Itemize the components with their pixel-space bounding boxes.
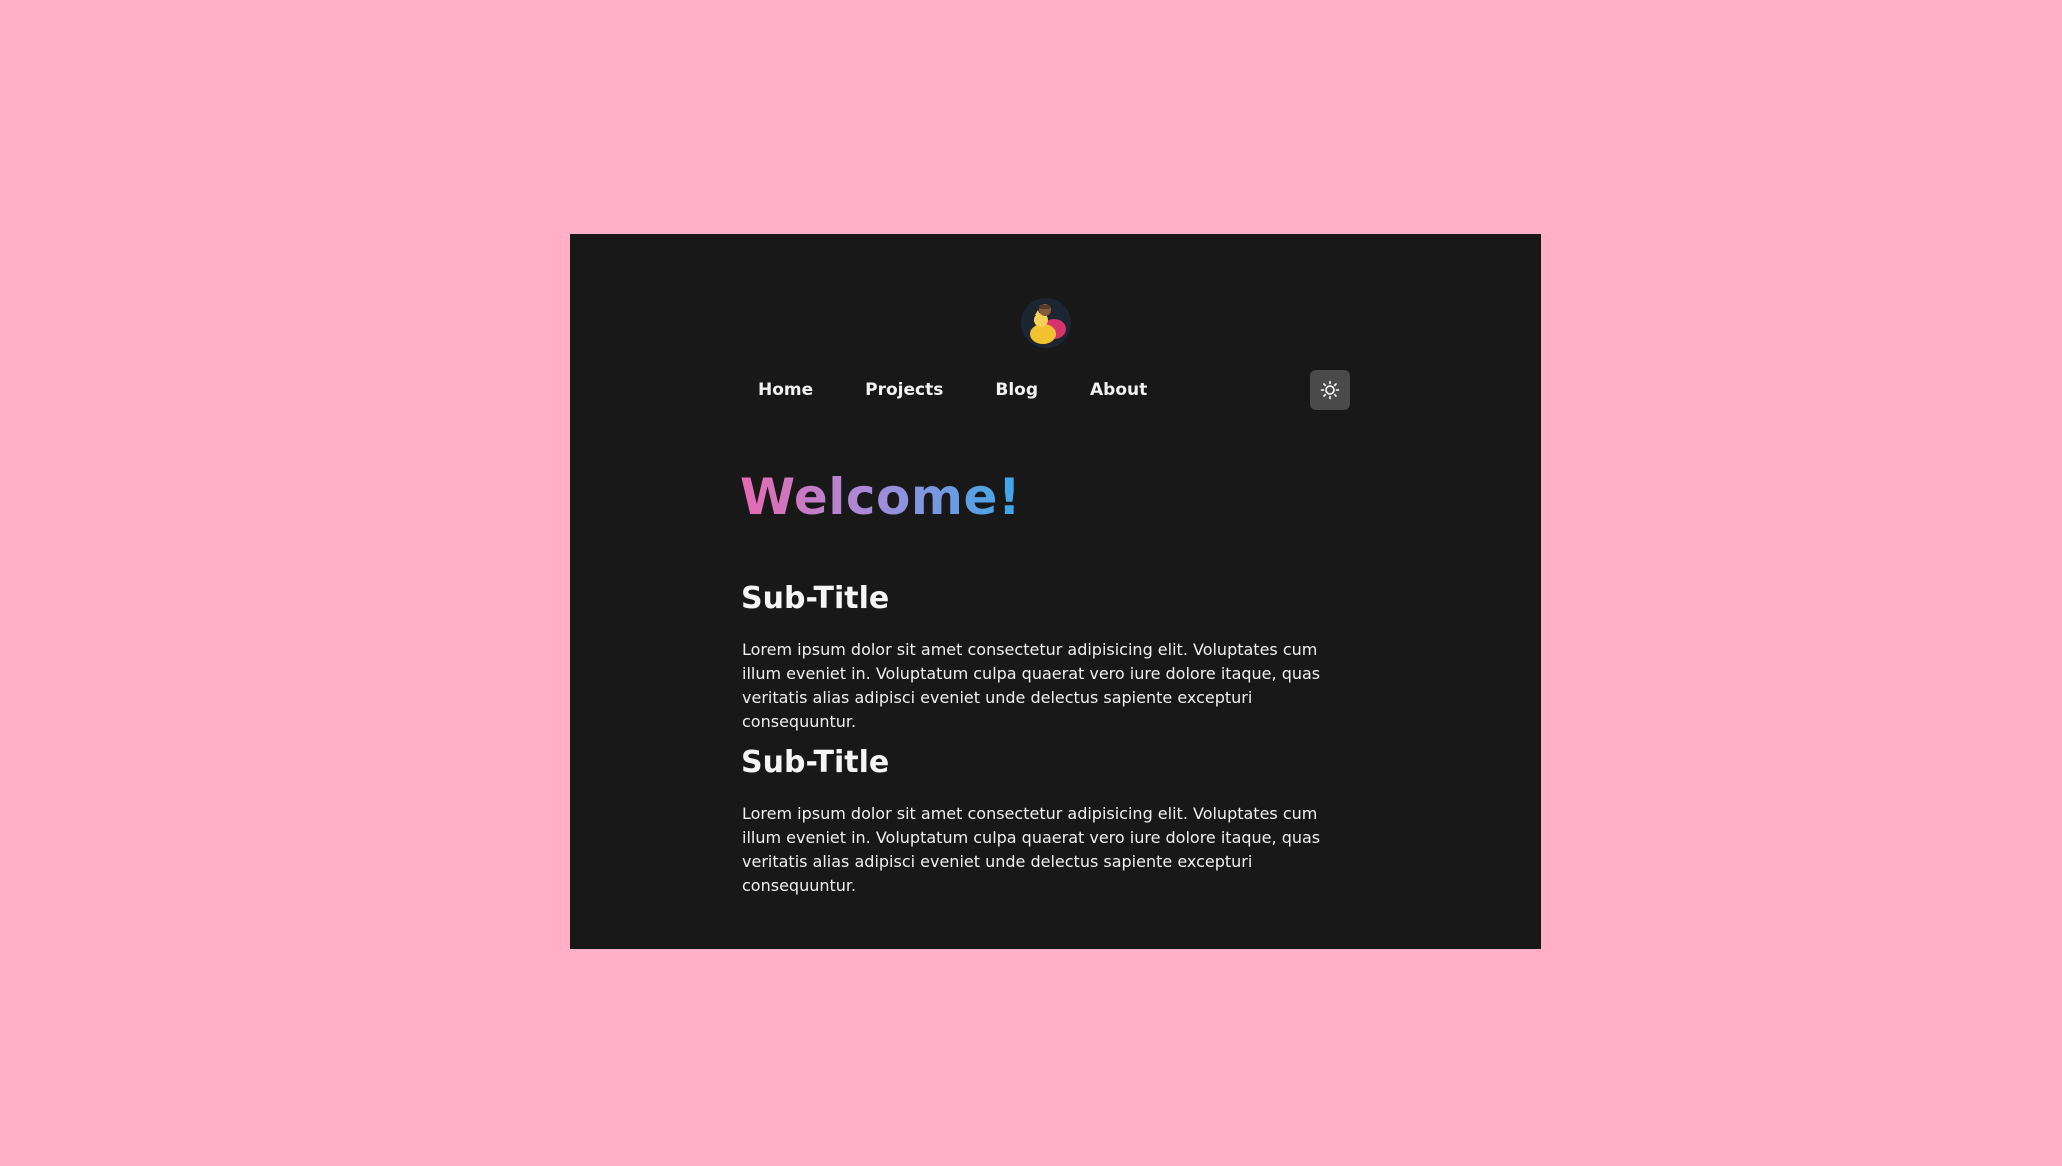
theme-toggle-button[interactable] [1310, 370, 1350, 410]
nav-link-projects[interactable]: Projects [849, 374, 943, 406]
nav-link-home[interactable]: Home [742, 374, 813, 406]
main-nav: Home Projects Blog About [742, 369, 1352, 411]
sun-icon [1320, 380, 1340, 400]
section-2-title: Sub-Title [741, 745, 890, 780]
section-1-title: Sub-Title [741, 581, 890, 616]
welcome-heading: Welcome! [740, 462, 1021, 532]
avatar[interactable] [1021, 298, 1071, 348]
section-1-body: Lorem ipsum dolor sit amet consectetur a… [742, 640, 1321, 731]
nav-link-blog[interactable]: Blog [979, 374, 1038, 406]
avatar-illustration-icon [1021, 298, 1071, 348]
section-2-body: Lorem ipsum dolor sit amet consectetur a… [742, 804, 1321, 895]
nav-link-about[interactable]: About [1074, 374, 1147, 406]
